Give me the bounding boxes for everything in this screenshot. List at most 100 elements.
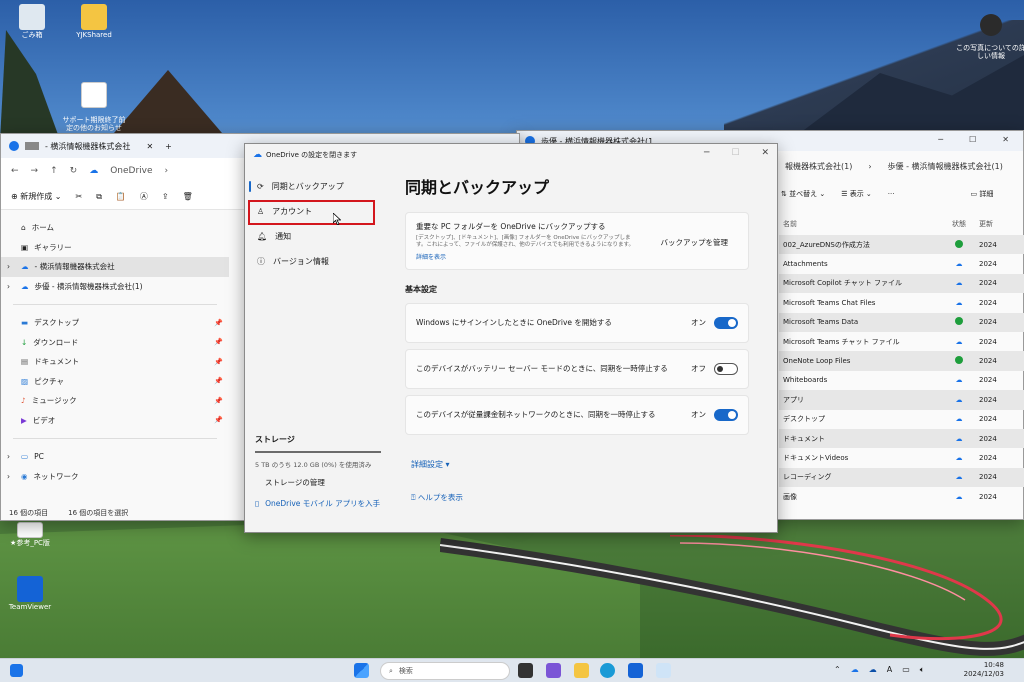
manage-storage-button[interactable]: ストレージの管理: [255, 477, 381, 488]
menu-notifications[interactable]: 🔔︎ 通知: [245, 224, 385, 249]
nav-home[interactable]: ⌂ ホーム: [1, 218, 229, 238]
cut-icon[interactable]: ✂: [76, 192, 83, 201]
edge-icon[interactable]: [600, 663, 615, 678]
up-icon[interactable]: ↑: [50, 166, 58, 176]
metered-network-toggle[interactable]: [714, 408, 738, 421]
paste-icon[interactable]: 📋: [116, 192, 126, 201]
nav-pictures[interactable]: ▨ ピクチャ 📌: [1, 372, 229, 392]
support-notice-shortcut[interactable]: サポート期限終了前 定の他のお知らせ: [60, 74, 128, 133]
maximize-icon[interactable]: ☐: [731, 148, 739, 158]
chevron-up-icon[interactable]: ⌃: [834, 665, 841, 675]
file-explorer-icon[interactable]: [574, 663, 589, 678]
speaker-icon[interactable]: 🔈︎: [920, 665, 925, 675]
column-status[interactable]: 状態: [939, 219, 979, 229]
file-list-row[interactable]: OneNote Loop Files 2024: [779, 351, 1024, 371]
battery-saver-toggle[interactable]: [714, 362, 738, 375]
onedrive-settings-dialog[interactable]: ☁ OneDrive の設定を閉きます ─ ☐ ✕ ⟳ 同期とバックアップ ♙ アカ…: [244, 143, 778, 533]
manage-backup-button[interactable]: バックアップを管理: [661, 237, 729, 248]
mobile-app-link[interactable]: ▯ OneDrive モバイル アプリを入手: [255, 498, 381, 509]
delete-icon[interactable]: 🗑: [183, 192, 193, 201]
pin-icon[interactable]: 📌: [214, 319, 223, 327]
nav-gallery[interactable]: ▣ ギャラリー: [1, 238, 229, 258]
rename-icon[interactable]: Ⓐ: [140, 191, 148, 202]
new-tab-icon[interactable]: +: [165, 142, 172, 151]
file-list-row[interactable]: Microsoft Teams チャット ファイル ☁ 2024: [779, 332, 1024, 351]
file-list-row[interactable]: ドキュメントVideos ☁ 2024: [779, 448, 1024, 467]
sort-button[interactable]: ⇅ 並べ替え ⌄: [781, 189, 825, 199]
pin-icon[interactable]: 📌: [214, 377, 223, 385]
advanced-settings-button[interactable]: 詳細設定 ▾: [405, 459, 749, 470]
file-list-row[interactable]: Microsoft Copilot チャット ファイル ☁ 2024: [779, 273, 1024, 294]
bell-icon: 🔔︎: [257, 232, 268, 241]
file-list-row[interactable]: Attachments ☁ 2024: [779, 254, 1024, 273]
breadcrumb-onedrive[interactable]: OneDrive: [110, 166, 152, 176]
nav-onedrive-company[interactable]: › ☁ - 横浜情報機器株式会社: [1, 257, 229, 277]
onedrive-icon[interactable]: ☁: [869, 665, 877, 675]
nav-onedrive-shared[interactable]: › ☁ 歩優 - 横浜情報機器株式会社(1): [1, 277, 229, 297]
file-list-row[interactable]: 002_AzureDNSの作成方法 2024: [779, 235, 1024, 255]
clock[interactable]: 10:48 2024/12/03: [964, 661, 1004, 680]
task-view-icon[interactable]: [518, 663, 533, 678]
file-list-row[interactable]: Microsoft Teams Chat Files ☁ 2024: [779, 293, 1024, 312]
nav-network[interactable]: › ◉ ネットワーク: [1, 467, 229, 487]
pin-icon[interactable]: 📌: [214, 338, 223, 346]
taskbar-search[interactable]: ⌕ 検索: [380, 662, 510, 680]
copy-icon[interactable]: ⧉: [96, 192, 102, 202]
sort-icon: ⇅: [781, 190, 790, 198]
close-tab-icon[interactable]: ✕: [146, 142, 153, 151]
reference-pc-shortcut[interactable]: ★参考_PC版: [0, 522, 64, 548]
nav-pc[interactable]: › ▭ PC: [1, 447, 229, 467]
nav-downloads[interactable]: ↓ ダウンロード 📌: [1, 333, 229, 353]
more-icon[interactable]: ···: [888, 190, 895, 198]
photo-info-shortcut[interactable]: この写真についての詳 しい情報: [956, 6, 1024, 61]
close-icon[interactable]: ✕: [1002, 135, 1009, 144]
start-icon[interactable]: [354, 663, 369, 678]
column-name[interactable]: 名前: [779, 219, 939, 229]
nav-music[interactable]: ♪ ミュージック 📌: [1, 391, 229, 411]
dialog-titlebar[interactable]: ☁ OneDrive の設定を閉きます: [245, 144, 777, 166]
nav-documents[interactable]: ▤ ドキュメント 📌: [1, 352, 229, 372]
pin-icon[interactable]: 📌: [214, 397, 223, 405]
ime-icon[interactable]: A: [887, 665, 892, 675]
store-icon[interactable]: [628, 663, 643, 678]
yjkshared-shortcut[interactable]: YJKShared: [60, 4, 128, 40]
file-list-row[interactable]: 画像 ☁ 2024: [779, 487, 1024, 506]
onedrive-icon[interactable]: ☁: [851, 665, 859, 675]
column-date[interactable]: 更新: [979, 219, 1019, 229]
widgets-icon[interactable]: [10, 664, 23, 677]
file-list-row[interactable]: アプリ ☁ 2024: [779, 390, 1024, 410]
close-icon[interactable]: ✕: [761, 148, 769, 158]
share-icon[interactable]: ⇪: [162, 192, 169, 201]
nav-desktop[interactable]: ▬ デスクトップ 📌: [1, 313, 229, 333]
pin-icon[interactable]: 📌: [214, 416, 223, 424]
file-list-row[interactable]: Whiteboards ☁ 2024: [779, 371, 1024, 390]
menu-sync-backup[interactable]: ⟳ 同期とバックアップ: [245, 174, 385, 199]
taskbar: ⌕ 検索 ⌃ ☁ ☁ A ▭ 🔈︎ 10:48 2024/12/03: [0, 658, 1024, 682]
selected-count: 16 個の項目を選択: [68, 509, 129, 517]
teamviewer-shortcut[interactable]: TeamViewer: [0, 576, 64, 612]
maximize-icon[interactable]: ☐: [969, 135, 976, 144]
minimize-icon[interactable]: ─: [938, 135, 943, 144]
new-button[interactable]: ⊕ 新規作成 ⌄: [11, 191, 62, 202]
copilot-icon[interactable]: [546, 663, 561, 678]
file-list-row[interactable]: ドキュメント ☁ 2024: [779, 428, 1024, 449]
menu-version-info[interactable]: ⓘ バージョン情報: [245, 249, 385, 274]
file-list-row[interactable]: デスクトップ ☁ 2024: [779, 410, 1024, 429]
back-icon[interactable]: ←: [11, 166, 19, 176]
nav-videos[interactable]: ▶ ビデオ 📌: [1, 411, 229, 431]
file-list-row[interactable]: レコーディング ☁ 2024: [779, 467, 1024, 488]
file-list-row[interactable]: Microsoft Teams Data 2024: [779, 312, 1024, 332]
startup-toggle[interactable]: [714, 316, 738, 329]
recycle-bin-shortcut[interactable]: ごみ箱: [0, 4, 66, 40]
view-button[interactable]: ☰ 表示 ⌄: [841, 189, 872, 199]
details-button[interactable]: ▭ 詳細: [970, 189, 993, 199]
minimize-icon[interactable]: ─: [704, 148, 709, 158]
help-link[interactable]: ⍰ ヘルプを表示: [405, 492, 749, 503]
details-link[interactable]: 詳細を表示: [416, 252, 738, 261]
network-icon[interactable]: ▭: [902, 665, 910, 675]
refresh-icon[interactable]: ↻: [70, 166, 78, 176]
forward-icon[interactable]: →: [31, 166, 39, 176]
onedrive-app-icon[interactable]: [656, 663, 671, 678]
pin-icon[interactable]: 📌: [214, 358, 223, 366]
cloud-only-icon: ☁: [955, 395, 963, 404]
